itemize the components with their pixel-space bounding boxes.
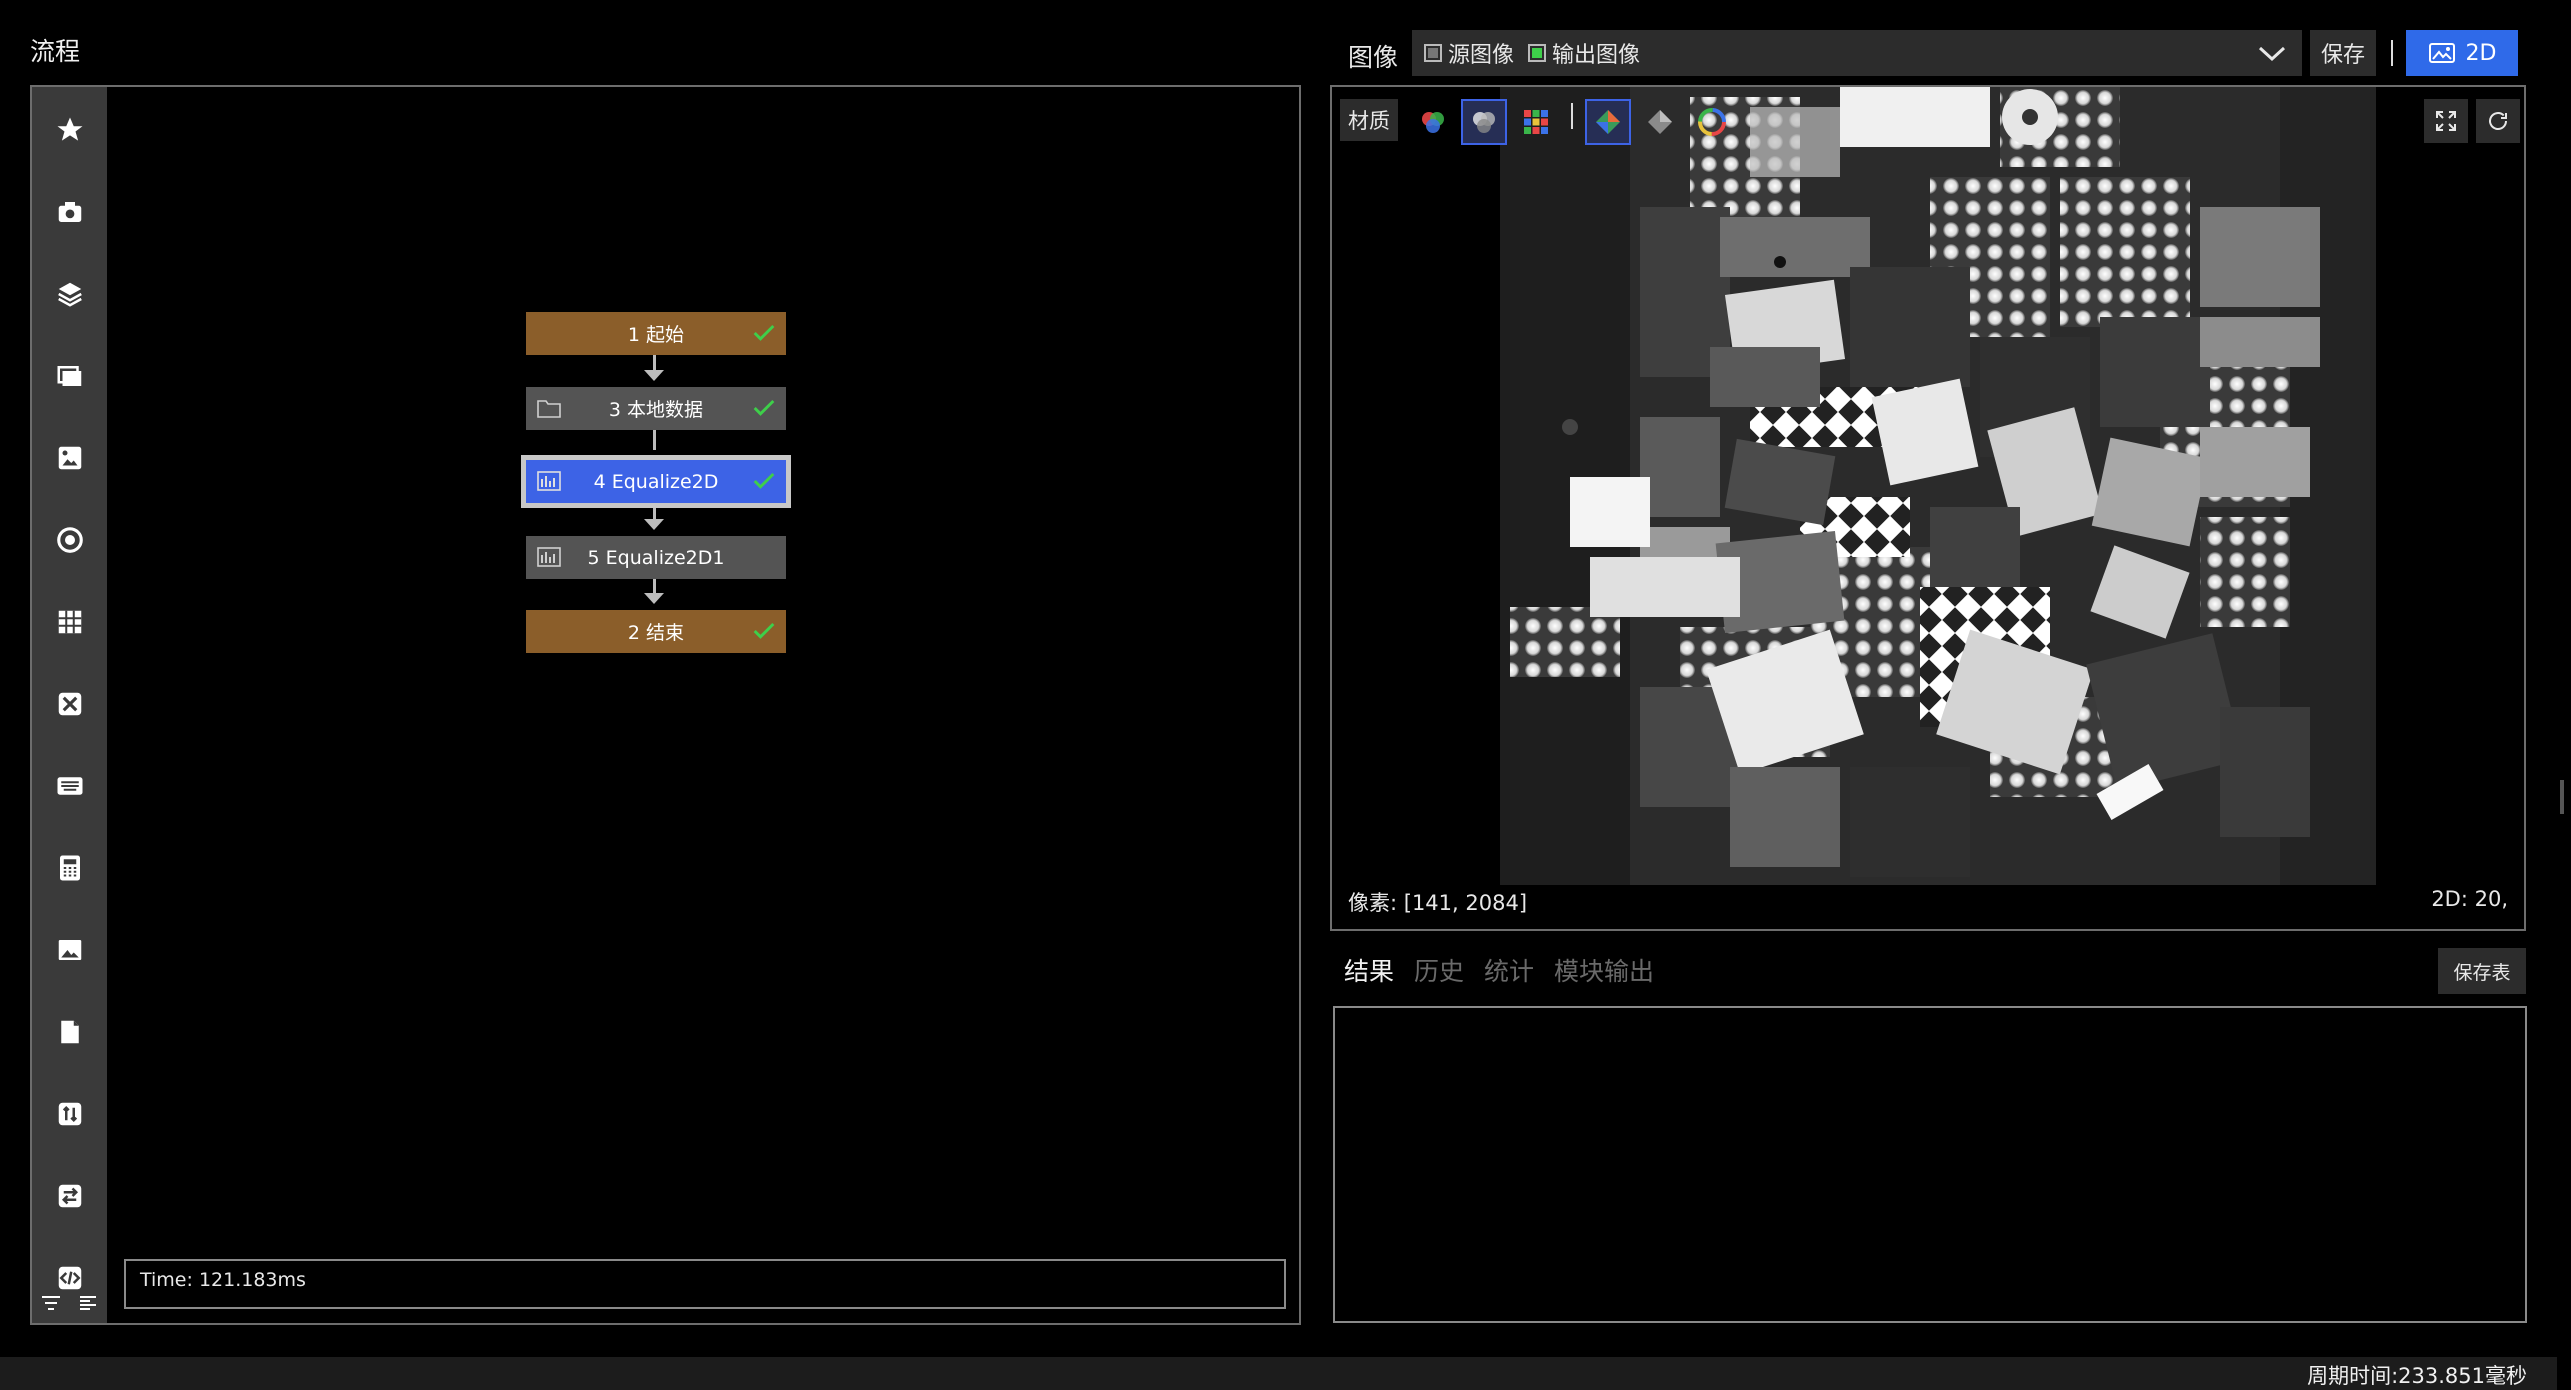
tools-icon[interactable] xyxy=(32,673,107,735)
image-viewer[interactable]: 材质 像素: [141, 2084] 2D: 20, xyxy=(1330,85,2526,931)
grayscale-mix-icon[interactable] xyxy=(1461,99,1507,145)
checkbox-box xyxy=(1424,44,1442,62)
node-label: 4 Equalize2D xyxy=(593,470,719,493)
swap-icon[interactable] xyxy=(32,1165,107,1227)
window-edge xyxy=(2557,0,2571,1390)
module-toolbar xyxy=(32,87,107,1323)
flow-arrow xyxy=(644,370,664,381)
histogram-icon xyxy=(537,471,561,491)
keyboard-icon[interactable] xyxy=(32,755,107,817)
filter-icon[interactable] xyxy=(37,1289,65,1317)
node-label: 3 本地数据 xyxy=(608,399,704,421)
checkbox-box xyxy=(1528,44,1547,62)
flow-connector xyxy=(653,430,656,450)
material-button[interactable]: 材质 xyxy=(1340,99,1398,141)
flow-node-end[interactable]: 2 结束 xyxy=(526,610,786,653)
star-icon[interactable] xyxy=(32,99,107,161)
image-source-selector[interactable]: 源图像 输出图像 xyxy=(1412,30,2302,76)
check-icon xyxy=(753,399,775,416)
layers-icon[interactable] xyxy=(32,263,107,325)
transfer-icon[interactable] xyxy=(32,1083,107,1145)
output-image[interactable] xyxy=(1500,87,2376,885)
check-icon xyxy=(753,324,775,341)
folder-icon xyxy=(537,400,561,418)
chevron-down-icon[interactable] xyxy=(2256,40,2288,66)
flow-node-equalize2d[interactable]: 4 Equalize2D xyxy=(521,455,791,508)
output-image-label: 输出图像 xyxy=(1552,43,1641,68)
tab-history[interactable]: 历史 xyxy=(1414,952,1464,988)
flow-panel: 1 起始 3 本地数据 4 Equalize2D 5 Equalize2D1 2… xyxy=(30,85,1301,1325)
refresh-icon[interactable] xyxy=(2476,99,2520,143)
node-label: 1 起始 xyxy=(627,324,685,346)
save-table-button[interactable]: 保存表 xyxy=(2438,948,2526,994)
color-mix-icon[interactable] xyxy=(1412,101,1454,143)
image-title: 图像 xyxy=(1348,43,1399,72)
save-button[interactable]: 保存 xyxy=(2310,30,2376,76)
slides-icon[interactable] xyxy=(32,345,107,407)
grid-icon[interactable] xyxy=(32,591,107,653)
colored-surface-icon[interactable] xyxy=(1585,99,1631,145)
camera-icon[interactable] xyxy=(32,181,107,243)
flow-arrow xyxy=(644,593,664,604)
flow-node-start[interactable]: 1 起始 xyxy=(526,312,786,355)
run-time-box: Time: 121.183ms xyxy=(124,1259,1286,1309)
tab-module-output[interactable]: 模块输出 xyxy=(1554,952,1654,988)
flow-node-equalize2d1[interactable]: 5 Equalize2D1 xyxy=(526,536,786,579)
flow-node-local-data[interactable]: 3 本地数据 xyxy=(526,387,786,430)
image-edit-icon[interactable] xyxy=(32,427,107,489)
fullscreen-icon[interactable] xyxy=(2424,99,2468,143)
toolbar-divider xyxy=(1571,103,1573,129)
tab-results[interactable]: 结果 xyxy=(1344,952,1394,988)
view-mode-2d-button[interactable]: 2D xyxy=(2406,30,2518,76)
pixel-readout: 像素: [141, 2084] xyxy=(1348,891,1528,915)
result-table[interactable] xyxy=(1333,1006,2527,1323)
image-icon xyxy=(2428,43,2455,63)
color-grid-icon[interactable] xyxy=(1515,101,1557,143)
check-icon xyxy=(753,622,775,639)
list-icon[interactable] xyxy=(74,1289,102,1317)
toolbar-footer xyxy=(32,1283,107,1323)
flow-title: 流程 xyxy=(30,37,81,66)
run-time-text: Time: 121.183ms xyxy=(140,1269,306,1291)
toolbar-divider xyxy=(2391,40,2393,66)
picture-icon[interactable] xyxy=(32,919,107,981)
calculator-icon[interactable] xyxy=(32,837,107,899)
color-wheel-icon[interactable] xyxy=(1691,101,1733,143)
result-tabs: 结果 历史 统计 模块输出 xyxy=(1344,952,1654,988)
node-label: 5 Equalize2D1 xyxy=(587,546,725,569)
flow-arrow xyxy=(644,519,664,530)
target-icon[interactable] xyxy=(32,509,107,571)
output-image-checkbox[interactable]: 输出图像 xyxy=(1528,37,1640,69)
source-image-label: 源图像 xyxy=(1448,43,1515,68)
view-mode-label: 2D xyxy=(2465,40,2497,66)
mode-readout: 2D: 20, xyxy=(2431,887,2508,911)
node-label: 2 结束 xyxy=(627,622,685,644)
scrollbar-handle[interactable] xyxy=(2560,780,2564,814)
cycle-time: 周期时间:233.851毫秒 xyxy=(2307,1364,2527,1388)
source-image-checkbox[interactable]: 源图像 xyxy=(1424,37,1514,69)
status-bar: 周期时间:233.851毫秒 xyxy=(0,1357,2571,1390)
gray-surface-icon[interactable] xyxy=(1639,101,1681,143)
document-icon[interactable] xyxy=(32,1001,107,1063)
check-icon xyxy=(753,472,775,489)
histogram-icon xyxy=(537,547,561,567)
tab-statistics[interactable]: 统计 xyxy=(1484,952,1534,988)
